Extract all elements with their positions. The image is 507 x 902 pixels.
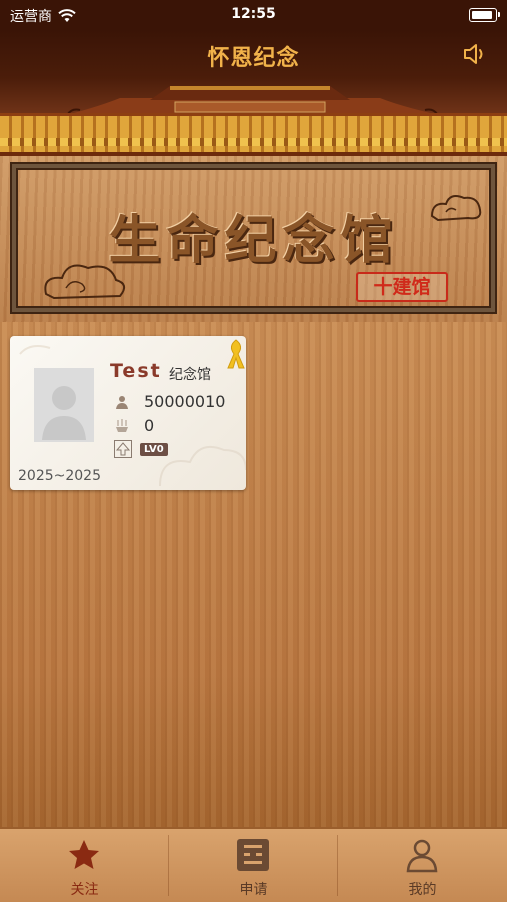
memorial-suffix: 纪念馆 <box>169 367 211 383</box>
tab-mine[interactable]: 我的 <box>338 829 507 902</box>
tab-follow[interactable]: 关注 <box>0 829 169 902</box>
level-row: LV0 <box>114 440 168 458</box>
application-icon <box>237 839 269 871</box>
memorial-list: Test 纪念馆 50000010 0 LV0 2025~2025 <box>0 322 507 827</box>
memorial-id: 50000010 <box>144 392 226 411</box>
offering-row: 0 <box>114 416 154 435</box>
memorial-name: Test <box>110 360 162 382</box>
person-placeholder-icon <box>42 386 86 440</box>
level-badge: LV0 <box>140 442 168 456</box>
navigation-bar: 怀恩纪念 <box>0 30 507 78</box>
yellow-ribbon-icon <box>227 339 245 369</box>
speaker-icon[interactable] <box>461 40 489 68</box>
offering-count: 0 <box>144 416 155 435</box>
status-bar: 运营商 12:55 <box>0 0 507 30</box>
star-icon <box>69 840 99 869</box>
roof-tiles <box>0 113 507 156</box>
memorial-card[interactable]: Test 纪念馆 50000010 0 LV0 2025~2025 <box>10 336 246 490</box>
page-title: 怀恩纪念 <box>207 46 300 71</box>
tab-follow-label: 关注 <box>70 882 99 898</box>
tab-apply-label: 申请 <box>239 882 268 898</box>
board-title: 生命纪念馆 <box>108 210 399 271</box>
battery-icon <box>469 8 500 22</box>
memorial-years: 2025~2025 <box>18 468 101 484</box>
build-memorial-button[interactable]: 十建馆 <box>356 272 448 302</box>
palace-roof-banner <box>0 78 507 156</box>
title-board: 生命纪念馆 十建馆 <box>0 156 507 325</box>
level-up-icon <box>114 440 132 458</box>
tab-apply[interactable]: 申请 <box>169 829 338 902</box>
incense-icon <box>116 418 128 432</box>
person-icon <box>116 395 128 409</box>
person-icon <box>406 839 438 873</box>
tab-mine-label: 我的 <box>408 882 437 898</box>
avatar <box>34 368 94 442</box>
id-row: 50000010 <box>114 392 225 411</box>
status-time: 12:55 <box>231 6 276 22</box>
tab-bar: 关注 申请 我的 <box>0 827 507 902</box>
